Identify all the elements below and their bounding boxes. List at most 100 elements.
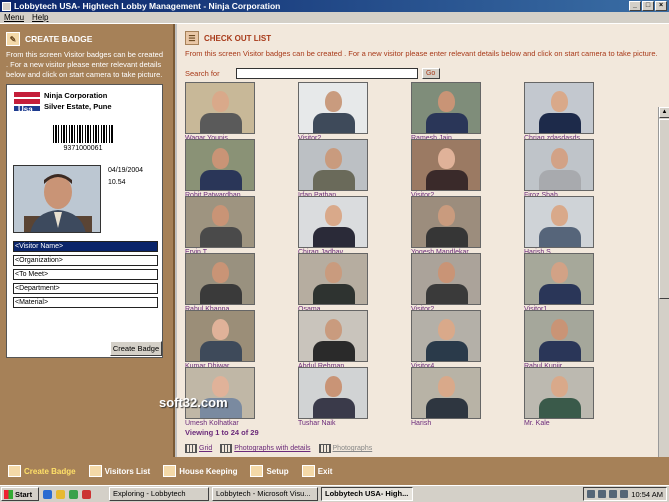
checkout-description: From this screen Visitor badges can be c…: [185, 49, 658, 58]
visitor-tile[interactable]: Mr. Kale: [524, 367, 596, 427]
vertical-scrollbar[interactable]: ▲ ▼: [658, 107, 669, 481]
visitor-photo[interactable]: [411, 367, 481, 419]
toolbar-exit[interactable]: Exit: [301, 465, 332, 477]
company-logo: Usa: [14, 92, 40, 114]
visitor-tile[interactable]: Visitor2: [411, 253, 483, 313]
visitor-tile[interactable]: Rahul Kunjir: [524, 310, 596, 370]
visitor-tile[interactable]: Harish: [411, 367, 483, 427]
visitor-photo[interactable]: [298, 310, 368, 362]
toolbar-visitors-list[interactable]: Visitors List: [88, 465, 150, 477]
visitor-tile[interactable]: Visitor1: [524, 253, 596, 313]
quick-launch: [43, 489, 91, 499]
tray-icon[interactable]: [587, 490, 596, 498]
visitor-tile[interactable]: Ervin T: [185, 196, 257, 256]
badge-visitor-photo[interactable]: [13, 165, 101, 233]
visitor-photo[interactable]: [524, 82, 594, 134]
visitor-tile[interactable]: Yogesh Mandlekar: [411, 196, 483, 256]
toolbar-setup[interactable]: Setup: [250, 465, 289, 477]
visitor-photo-grid: Waqar Younis Visitor2 Ramesh Jain Chriag zd…: [185, 82, 657, 428]
visitor-photo[interactable]: [411, 82, 481, 134]
visitor-tile[interactable]: Rahul Khanna: [185, 253, 257, 313]
visitor-tile[interactable]: Chriag zdasdasds: [524, 82, 596, 142]
app-quicklaunch-icon[interactable]: [82, 489, 91, 499]
search-input[interactable]: [235, 68, 418, 79]
visitor-tile[interactable]: Ramesh Jain: [411, 82, 483, 142]
task-visual-basic[interactable]: Lobbytech - Microsoft Visu...: [212, 487, 318, 501]
menu-item-help[interactable]: Help: [32, 13, 48, 22]
visitor-name-label[interactable]: Umesh Kolhatkar: [185, 420, 257, 427]
department-field[interactable]: <Department>: [13, 283, 158, 294]
visitor-photo[interactable]: [298, 196, 368, 248]
visitor-photo[interactable]: [298, 139, 368, 191]
go-button[interactable]: Go: [421, 68, 440, 79]
visitor-photo[interactable]: [185, 367, 255, 419]
tray-icon[interactable]: [620, 490, 629, 498]
menu-item-menu[interactable]: Menu: [4, 13, 24, 22]
visitor-photo[interactable]: [411, 310, 481, 362]
visitor-tile[interactable]: Waqar Younis: [185, 82, 257, 142]
visitor-tile[interactable]: Chirag Jadhav: [298, 196, 370, 256]
visitor-photo[interactable]: [298, 253, 368, 305]
visitor-photo[interactable]: [185, 196, 255, 248]
visitors-list-icon: [88, 465, 102, 477]
visitor-photo[interactable]: [185, 82, 255, 134]
maximize-button[interactable]: □: [642, 1, 654, 11]
visitor-tile[interactable]: Osama: [298, 253, 370, 313]
toolbar-house-keeping[interactable]: House Keeping: [163, 465, 237, 477]
visitor-photo[interactable]: [298, 82, 368, 134]
visitor-photo[interactable]: [185, 310, 255, 362]
start-button[interactable]: Start: [1, 487, 39, 501]
minimize-button[interactable]: _: [629, 1, 641, 11]
folder-icon[interactable]: [56, 489, 65, 499]
scroll-up-arrow[interactable]: ▲: [659, 107, 669, 118]
visitor-tile[interactable]: Abdul Rehman: [298, 310, 370, 370]
visitor-photo[interactable]: [185, 253, 255, 305]
visitor-tile[interactable]: Firoz Shah: [524, 139, 596, 199]
visitor-name-label[interactable]: Mr. Kale: [524, 420, 596, 427]
media-icon[interactable]: [69, 489, 78, 499]
tray-icon[interactable]: [609, 490, 618, 498]
visitor-photo[interactable]: [524, 367, 594, 419]
to-meet-field[interactable]: <To Meet>: [13, 269, 158, 280]
title-bar: Lobbytech USA- Hightech Lobby Management…: [0, 0, 669, 12]
photo-icon: [318, 444, 331, 453]
grid-icon: [185, 444, 197, 453]
scroll-thumb[interactable]: [659, 119, 669, 299]
view-grid-option[interactable]: Grid: [185, 444, 212, 453]
visitor-photo[interactable]: [411, 139, 481, 191]
create-badge-button[interactable]: Create Badge: [110, 341, 162, 356]
close-button[interactable]: ×: [655, 1, 667, 11]
visitor-name-label[interactable]: Harish: [411, 420, 483, 427]
visitor-photo[interactable]: [411, 196, 481, 248]
view-photos-option[interactable]: Photographs: [318, 444, 372, 453]
visitor-tile[interactable]: Visitor4: [411, 310, 483, 370]
create-badge-description: From this screen Visitor badges can be c…: [6, 50, 164, 79]
badge-company-name: Ninja Corporation: [44, 91, 108, 100]
visitor-tile[interactable]: Visitor2: [298, 82, 370, 142]
toolbar-create-badge[interactable]: Create Badge: [8, 465, 76, 477]
visitor-photo[interactable]: [298, 367, 368, 419]
visitor-tile[interactable]: Harish S: [524, 196, 596, 256]
material-field[interactable]: <Material>: [13, 297, 158, 308]
ie-icon[interactable]: [43, 489, 52, 499]
visitor-tile[interactable]: Visitor2: [411, 139, 483, 199]
organization-field[interactable]: <Organization>: [13, 255, 158, 266]
visitor-tile[interactable]: Kumar Dhiwar: [185, 310, 257, 370]
visitor-tile[interactable]: Irfan Pathan: [298, 139, 370, 199]
visitor-tile[interactable]: Tushar Naik: [298, 367, 370, 427]
visitor-name-field[interactable]: <Visitor Name>: [13, 241, 158, 252]
visitor-tile[interactable]: Rohit Patwardhan: [185, 139, 257, 199]
visitor-photo[interactable]: [524, 196, 594, 248]
visitor-photo[interactable]: [411, 253, 481, 305]
visitor-photo[interactable]: [524, 253, 594, 305]
visitor-photo[interactable]: [524, 310, 594, 362]
visitor-photo[interactable]: [185, 139, 255, 191]
create-badge-toolbar-icon: [8, 465, 21, 477]
view-photos-details-option[interactable]: Photographs with details: [220, 444, 311, 453]
create-badge-panel: ✎ CREATE BADGE From this screen Visitor …: [0, 24, 175, 457]
tray-icon[interactable]: [598, 490, 607, 498]
task-exploring[interactable]: Exploring - Lobbytech: [109, 487, 209, 501]
visitor-name-label[interactable]: Tushar Naik: [298, 420, 370, 427]
task-lobbytech-usa[interactable]: Lobbytech USA- High...: [321, 487, 413, 501]
visitor-photo[interactable]: [524, 139, 594, 191]
